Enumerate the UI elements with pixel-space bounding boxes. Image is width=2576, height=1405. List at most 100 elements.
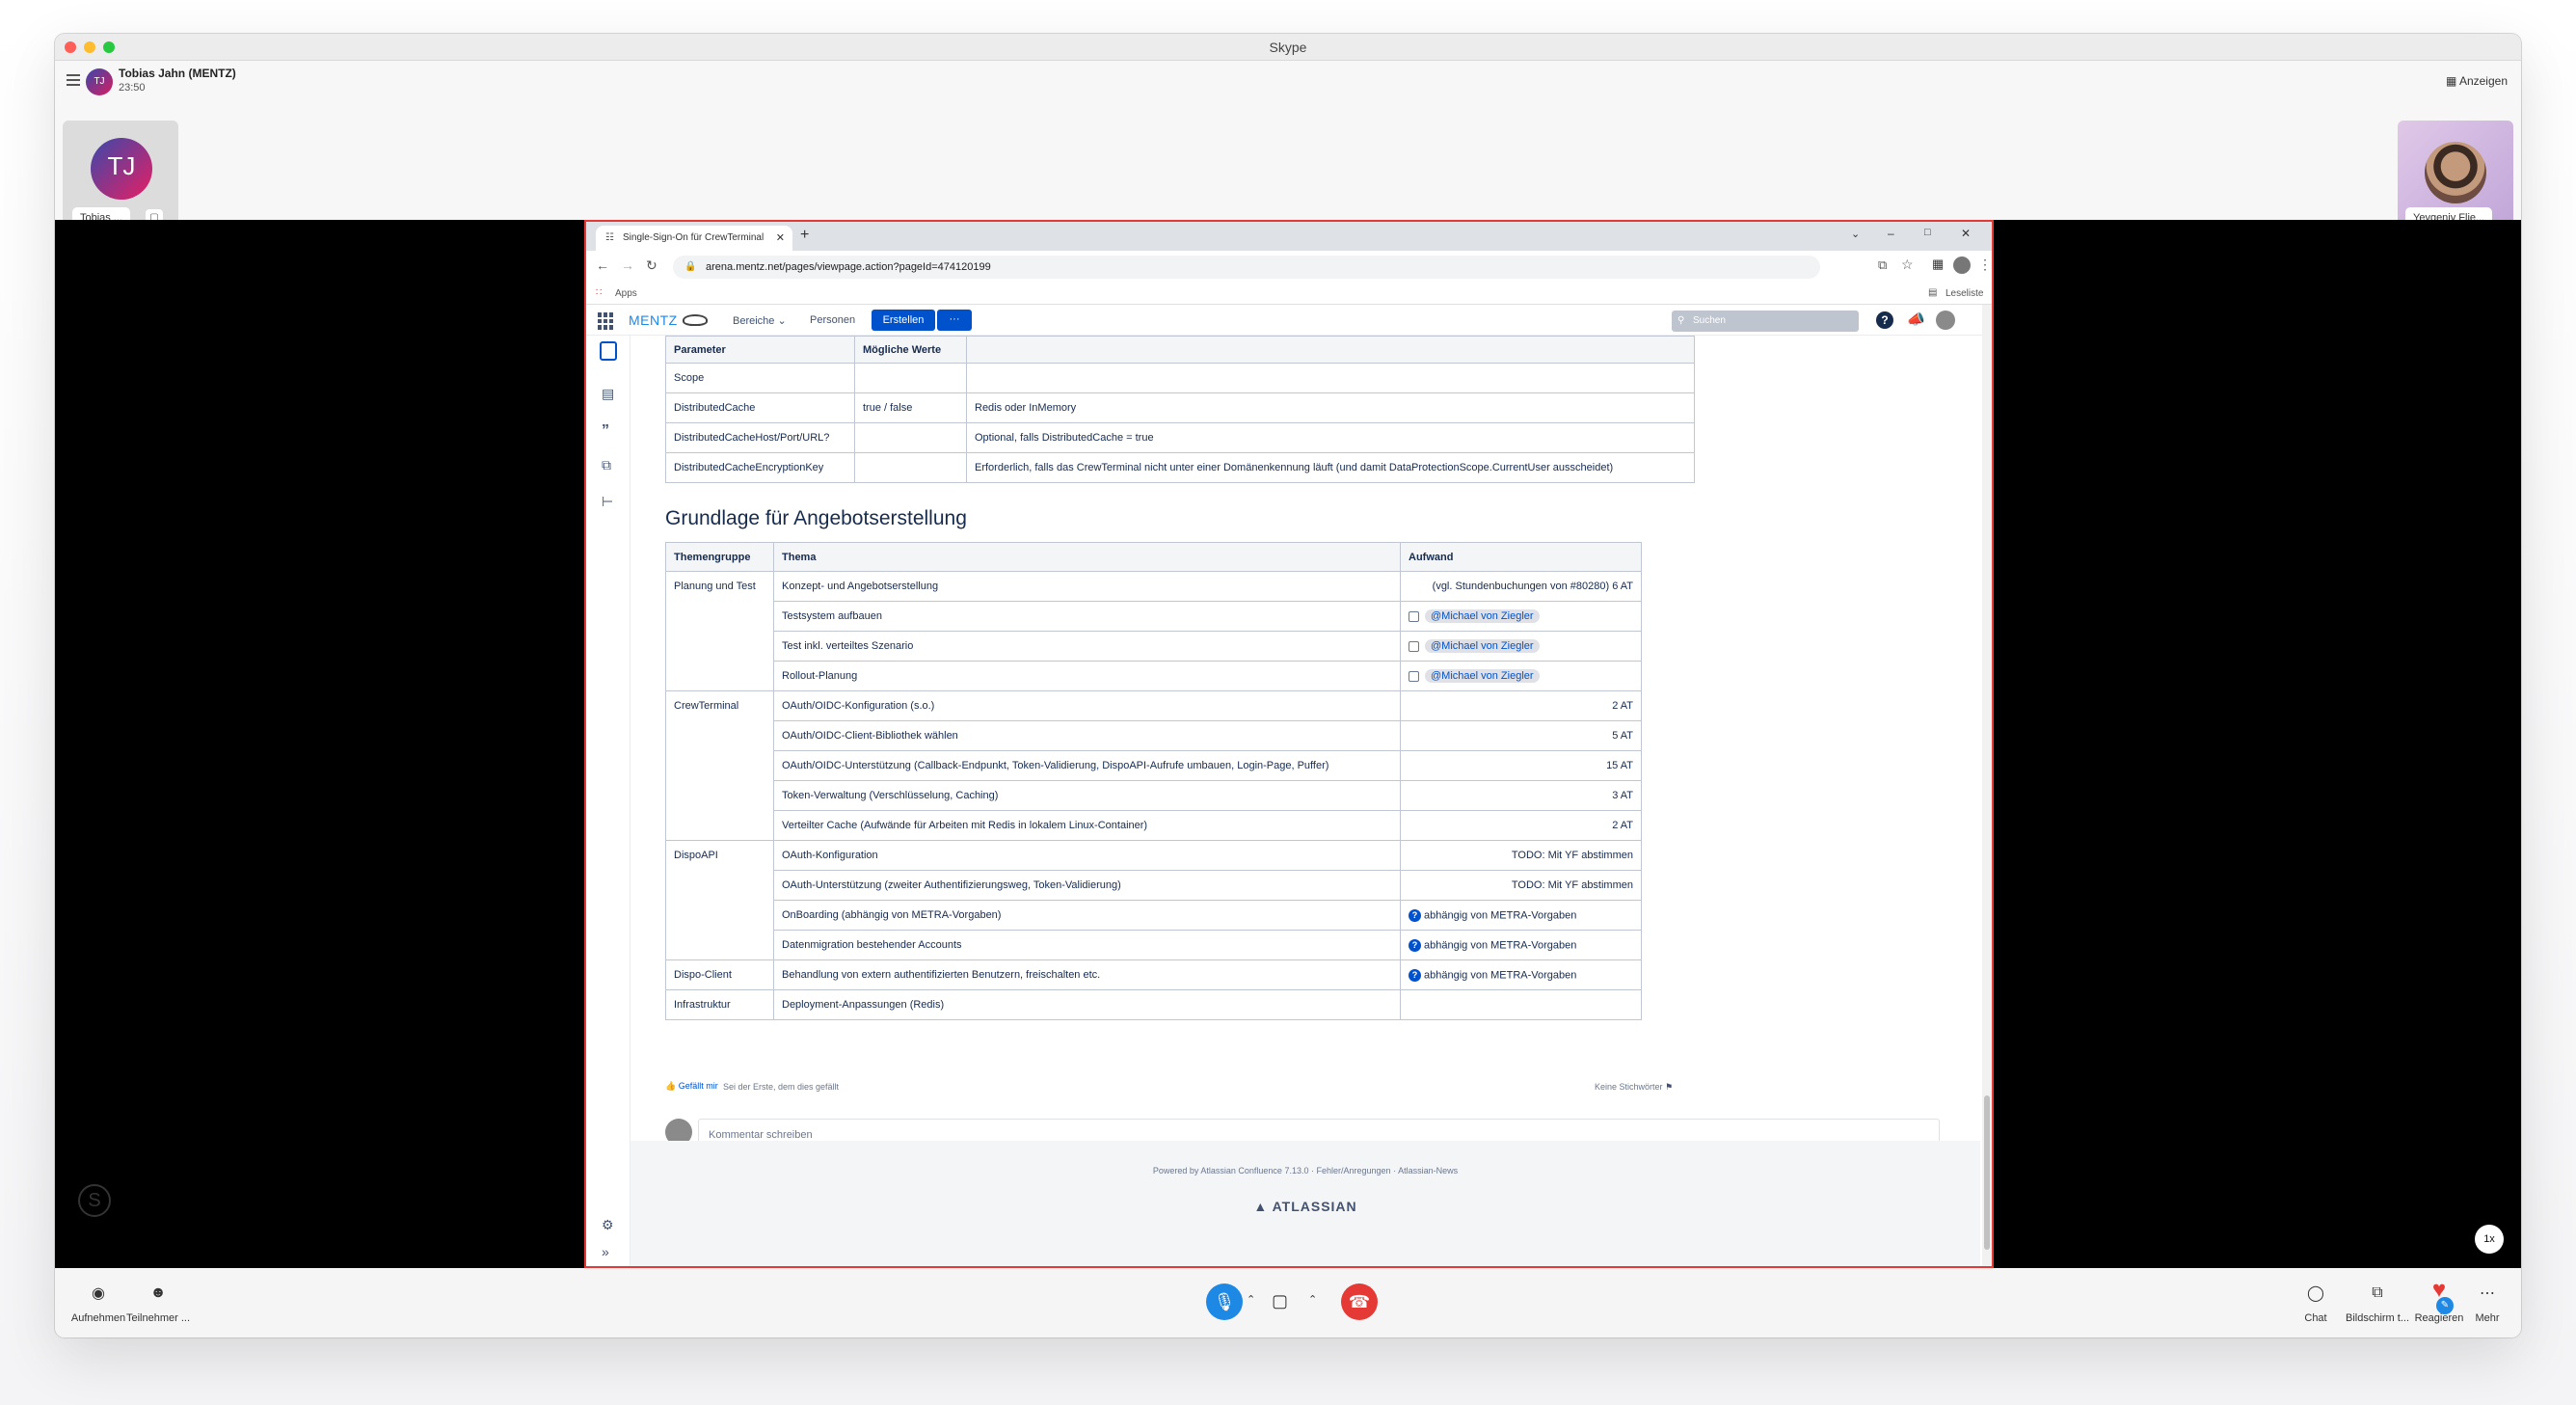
user-mention[interactable]: @Michael von Ziegler <box>1425 639 1540 653</box>
feedback-link[interactable]: Fehler/Anregungen <box>1317 1166 1391 1175</box>
playback-speed-badge[interactable]: 1x <box>2475 1225 2504 1254</box>
forward-icon[interactable]: → <box>621 257 634 273</box>
browser-close-icon[interactable]: ✕ <box>1961 227 1971 240</box>
participant-tile-tobias[interactable]: TJ Tobias ... ▢ <box>63 121 178 236</box>
topic-cell: OAuth/OIDC-Konfiguration (s.o.) <box>773 690 1401 721</box>
address-text: arena.mentz.net/pages/viewpage.action?pa… <box>706 261 991 273</box>
nav-people[interactable]: Personen <box>810 314 855 326</box>
external-link-icon[interactable]: ⧉ <box>602 457 611 473</box>
browser-minimize-icon[interactable]: – <box>1888 227 1894 240</box>
browser-tab[interactable]: ☷ Single-Sign-On für CrewTerminal ✕ <box>596 226 792 251</box>
hamburger-menu-icon[interactable] <box>67 74 80 86</box>
participant-tile-yevgeniy[interactable]: Yevgeniy Flie... <box>2398 121 2513 236</box>
hang-up-button[interactable]: ☎ <box>1341 1283 1378 1320</box>
back-icon[interactable]: ← <box>596 257 609 273</box>
atlassian-logo[interactable]: ▲ ATLASSIAN <box>631 1199 1980 1214</box>
more-label: Mehr <box>2475 1312 2500 1324</box>
help-icon[interactable]: ? <box>1876 311 1893 329</box>
topic-cell: Behandlung von extern authentifizierten … <box>773 959 1401 990</box>
extensions-icon[interactable]: ▦ <box>1932 257 1944 272</box>
question-icon: ? <box>1409 908 1421 922</box>
notifications-icon[interactable]: 📣 <box>1907 311 1925 328</box>
address-bar[interactable]: 🔒 arena.mentz.net/pages/viewpage.action?… <box>673 256 1820 279</box>
user-avatar[interactable] <box>1936 311 1955 330</box>
mic-options-chevron-icon[interactable]: ⌃ <box>1247 1293 1255 1306</box>
participant-avatar: TJ <box>91 138 152 200</box>
participants-button[interactable]: ☻ Teilnehmer ... <box>115 1282 201 1324</box>
settings-gear-icon[interactable]: ⚙ <box>602 1217 614 1233</box>
apps-bookmark[interactable]: Apps <box>615 288 637 299</box>
column-header: Thema <box>773 542 1401 572</box>
scrollbar-thumb[interactable] <box>1984 1095 1990 1250</box>
user-mention[interactable]: @Michael von Ziegler <box>1425 609 1540 623</box>
group-cell: Planung und Test <box>665 571 774 691</box>
effort-cell: 2 AT <box>1400 690 1642 721</box>
caller-name: Tobias Jahn (MENTZ) <box>119 67 236 80</box>
footer-links: Powered by Atlassian Confluence 7.13.0 ·… <box>631 1166 1980 1175</box>
lock-icon: 🔒 <box>684 261 697 272</box>
news-link[interactable]: Atlassian-News <box>1398 1166 1458 1175</box>
user-mention[interactable]: @Michael von Ziegler <box>1425 669 1540 683</box>
app-switcher-icon[interactable] <box>598 312 615 330</box>
space-icon[interactable] <box>600 341 617 361</box>
browser-maximize-icon[interactable]: □ <box>1924 227 1931 238</box>
group-cell: Dispo-Client <box>665 959 774 990</box>
more-button[interactable]: ⋯ Mehr <box>2444 1282 2521 1324</box>
camera-options-chevron-icon[interactable]: ⌃ <box>1308 1293 1317 1306</box>
tab-search-icon[interactable]: ⌄ <box>1851 228 1860 240</box>
topic-cell: OAuth-Unterstützung (zweiter Authentifiz… <box>773 870 1401 901</box>
effort-cell: 2 AT <box>1400 810 1642 841</box>
new-tab-button[interactable]: + <box>800 227 809 244</box>
mute-microphone-button[interactable]: 🎙 <box>1206 1283 1243 1320</box>
shared-screen: ☷ Single-Sign-On für CrewTerminal ✕ + ⌄ … <box>584 220 1994 1268</box>
phone-hangup-icon: ☎ <box>1348 1292 1371 1311</box>
table-cell: Scope <box>665 363 855 393</box>
search-input[interactable]: ⚲ Suchen <box>1672 311 1859 332</box>
effort-cell: TODO: Mit YF abstimmen <box>1400 870 1642 901</box>
effort-cell: @Michael von Ziegler <box>1400 631 1642 662</box>
table-cell <box>854 422 967 453</box>
table-cell: Redis oder InMemory <box>966 392 1695 423</box>
task-checkbox[interactable] <box>1409 670 1419 682</box>
nav-spaces-label: Bereiche <box>733 315 775 327</box>
hierarchy-icon[interactable]: ⊢ <box>602 494 613 510</box>
record-icon: ◉ <box>92 1285 105 1302</box>
profile-avatar[interactable] <box>1953 257 1971 274</box>
effort-cell: @Michael von Ziegler <box>1400 661 1642 691</box>
table-cell: Erforderlich, falls das CrewTerminal nic… <box>966 452 1695 483</box>
table-cell: DistributedCache <box>665 392 855 423</box>
labels-area[interactable]: Keine Stichwörter ⚑ <box>1595 1082 1673 1093</box>
effort-note: abhängig von METRA-Vorgaben <box>1424 938 1577 951</box>
mentz-logo[interactable]: MENTZ <box>629 312 678 328</box>
tab-title: Single-Sign-On für CrewTerminal <box>623 232 765 243</box>
like-button[interactable]: 👍 Gefällt mir <box>665 1081 718 1092</box>
task-checkbox[interactable] <box>1409 640 1419 652</box>
layout-button[interactable]: ▦ Anzeigen <box>2446 74 2508 88</box>
table-row: Verteilter Cache (Aufwände für Arbeiten … <box>666 810 1642 841</box>
caller-avatar: TJ <box>86 68 113 95</box>
pages-icon[interactable]: ▤ <box>602 386 614 402</box>
bookmark-star-icon[interactable]: ☆ <box>1901 257 1914 273</box>
page-content: Parameter Mögliche Werte Scope Distribut… <box>631 336 1980 1176</box>
blog-quote-icon[interactable]: ” <box>602 422 609 440</box>
topic-cell: Token-Verwaltung (Verschlüsselung, Cachi… <box>773 780 1401 811</box>
expand-sidebar-icon[interactable]: » <box>602 1244 609 1259</box>
task-checkbox[interactable] <box>1409 610 1419 622</box>
reading-list-button[interactable]: Leseliste <box>1945 288 1983 299</box>
table-row: Rollout-Planung @Michael von Ziegler <box>666 661 1642 691</box>
table-row: CrewTerminal OAuth/OIDC-Konfiguration (s… <box>665 690 1642 841</box>
atlassian-logo-icon: ▲ <box>1253 1199 1269 1214</box>
participants-label: Teilnehmer ... <box>125 1312 191 1324</box>
reload-icon[interactable]: ↻ <box>646 257 657 274</box>
page-scrollbar[interactable] <box>1982 305 1992 1266</box>
skype-logo-icon: S <box>78 1184 111 1217</box>
call-timer: 23:50 <box>119 82 146 94</box>
nav-spaces[interactable]: Bereiche ⌄ <box>733 314 787 327</box>
share-icon[interactable]: ⧉ <box>1878 257 1887 273</box>
create-more-button[interactable]: ··· <box>937 310 972 331</box>
camera-off-icon[interactable]: ▢ <box>1272 1291 1288 1311</box>
create-button[interactable]: Erstellen <box>872 310 935 331</box>
close-tab-icon[interactable]: ✕ <box>776 226 785 251</box>
browser-menu-icon[interactable]: ⋮ <box>1978 257 1992 273</box>
powered-by: Powered by Atlassian Confluence 7.13.0 <box>1152 1166 1309 1175</box>
